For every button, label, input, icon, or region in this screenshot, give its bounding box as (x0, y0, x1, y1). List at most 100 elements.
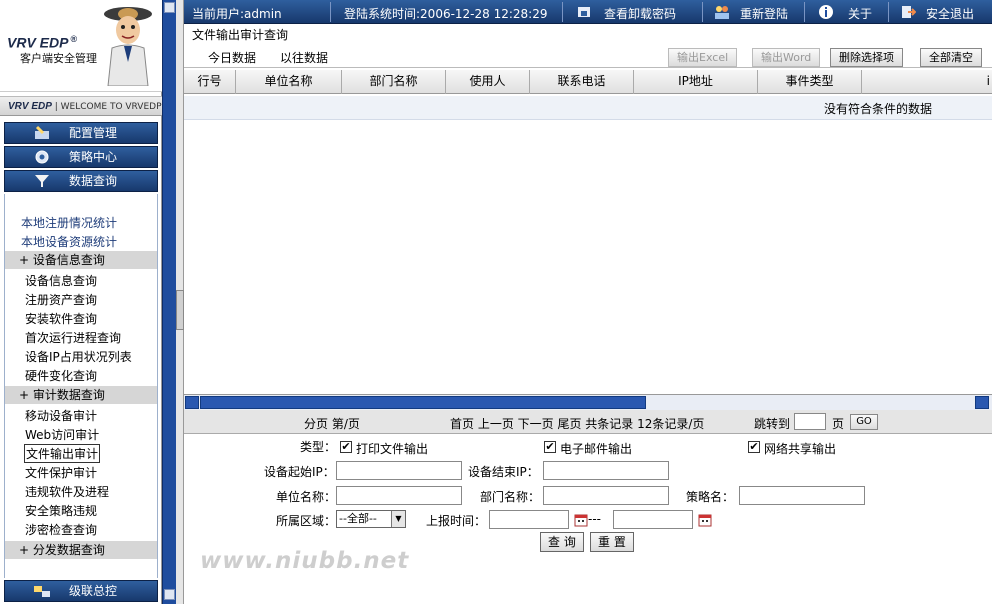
email-output-label: 电子邮件输出 (560, 442, 633, 456)
tab-history[interactable]: 以往数据 (280, 49, 328, 66)
item-first-run-process[interactable]: 首次运行进程查询 (25, 329, 121, 346)
menu-query[interactable]: 数据查询 (4, 170, 158, 192)
about-link[interactable]: 关于 (848, 5, 872, 22)
type-label: 类型： (300, 440, 337, 454)
export-word-button[interactable]: 输出Word (752, 48, 821, 67)
unit-name-input[interactable] (336, 486, 462, 505)
page-info: 分页 第/页 (304, 417, 360, 431)
print-output-label: 打印文件输出 (356, 442, 429, 456)
col-department-name[interactable]: 部门名称 (342, 70, 446, 94)
col-more[interactable]: i (862, 70, 992, 94)
sidebar-scrollbar[interactable] (162, 0, 176, 604)
calendar-icon[interactable] (574, 513, 588, 527)
top-bar: 当前用户:admin 登陆系统时间:2006-12-28 12:28:29 查看… (184, 0, 992, 24)
results-table: 行号 单位名称 部门名称 使用人 联系电话 IP地址 事件类型 i 没有符合条件… (184, 70, 992, 394)
end-ip-label: 设备结束IP： (468, 465, 539, 479)
scroll-down-arrow-icon[interactable] (164, 589, 175, 600)
logout-icon (902, 6, 916, 18)
start-ip-input[interactable] (336, 461, 462, 480)
item-illegal-software[interactable]: 违规软件及进程 (25, 483, 109, 500)
network-share-output-label: 网络共享输出 (764, 442, 837, 456)
horizontal-scrollbar[interactable] (184, 394, 992, 410)
divider (330, 2, 331, 22)
chevron-down-icon: ▼ (391, 511, 405, 527)
menu-config[interactable]: 配置管理 (4, 122, 158, 144)
login-time: 登陆系统时间:2006-12-28 12:28:29 (344, 7, 548, 21)
watermark: www.niubb.net (200, 548, 410, 574)
col-ip-address[interactable]: IP地址 (634, 70, 758, 94)
print-output-checkbox[interactable]: ✔ (340, 441, 352, 453)
item-installed-software[interactable]: 安装软件查询 (25, 310, 97, 327)
query-submenu: 本地注册情况统计 本地设备资源统计 + 设备信息查询 设备信息查询 注册资产查询… (4, 194, 158, 578)
item-security-policy-violation[interactable]: 安全策略违规 (25, 502, 97, 519)
divider (888, 2, 889, 22)
policy-name-input[interactable] (739, 486, 865, 505)
department-name-input[interactable] (543, 486, 669, 505)
col-user[interactable]: 使用人 (446, 70, 530, 94)
mascot-icon (104, 7, 152, 86)
start-ip-label: 设备起始IP： (264, 465, 335, 479)
scroll-up-arrow-icon[interactable] (164, 2, 175, 13)
scroll-thumb[interactable] (200, 396, 646, 409)
empty-message: 没有符合条件的数据 (824, 102, 933, 116)
logout-link[interactable]: 安全退出 (926, 5, 974, 22)
col-event-type[interactable]: 事件类型 (758, 70, 862, 94)
link-local-registration-stats[interactable]: 本地注册情况统计 (21, 214, 117, 231)
view-uninstall-password-link[interactable]: 查看卸载密码 (604, 5, 676, 22)
report-time-label: 上报时间： (426, 514, 487, 528)
group-distribution-data[interactable]: + 分发数据查询 (5, 541, 157, 559)
col-phone[interactable]: 联系电话 (530, 70, 634, 94)
brand-logo: VRV EDP ® (7, 34, 78, 51)
reset-button[interactable]: 重 置 (590, 532, 634, 552)
menu-cascade-control[interactable]: 级联总控 (4, 580, 158, 602)
time-separator: --- (588, 512, 601, 526)
group-audit-data[interactable]: + 审计数据查询 (5, 386, 157, 404)
group-device-info[interactable]: + 设备信息查询 (5, 251, 157, 269)
item-mobile-device-audit[interactable]: 移动设备审计 (25, 407, 97, 424)
delete-selected-button[interactable]: 删除选择项 (830, 48, 903, 67)
go-button[interactable]: GO (850, 414, 878, 430)
item-web-access-audit[interactable]: Web访问审计 (25, 426, 99, 443)
unit-name-label: 单位名称： (276, 490, 337, 504)
region-label: 所属区域： (276, 514, 337, 528)
users-icon (715, 6, 729, 19)
item-hardware-change[interactable]: 硬件变化查询 (25, 367, 97, 384)
item-file-output-audit[interactable]: 文件输出审计 (23, 444, 101, 463)
network-share-output-checkbox[interactable]: ✔ (748, 441, 760, 453)
calendar-icon[interactable] (698, 513, 712, 527)
splitter-collapse-handle[interactable] (176, 290, 184, 330)
welcome-banner: VRV EDP | WELCOME TO VRVEDP (0, 96, 162, 116)
wrench-icon (35, 125, 49, 139)
tab-today[interactable]: 今日数据 (208, 49, 256, 66)
report-time-start-input[interactable] (489, 510, 569, 529)
item-device-ip-usage[interactable]: 设备IP占用状况列表 (25, 348, 132, 365)
sidebar: VRV EDP ® 客户端安全管理 VRV EDP | WELCOME TO VR… (0, 0, 162, 604)
department-name-label: 部门名称： (480, 490, 541, 504)
menu-policy[interactable]: 策略中心 (4, 146, 158, 168)
scroll-left-arrow-icon[interactable] (185, 396, 199, 409)
item-device-info-query[interactable]: 设备信息查询 (25, 272, 97, 289)
end-ip-input[interactable] (543, 461, 669, 480)
goto-page-input[interactable] (794, 413, 826, 430)
clear-all-button[interactable]: 全部清空 (920, 48, 982, 67)
col-unit-name[interactable]: 单位名称 (236, 70, 342, 94)
item-secret-check[interactable]: 涉密检查查询 (25, 521, 97, 538)
gear-icon (35, 150, 49, 164)
divider (702, 2, 703, 22)
page-navigation[interactable]: 首页 上一页 下一页 尾页 共条记录 12条记录/页 (450, 415, 704, 432)
brand-subtitle: 客户端安全管理 (20, 52, 97, 65)
item-file-protection-audit[interactable]: 文件保护审计 (25, 464, 97, 481)
query-button[interactable]: 查 询 (540, 532, 584, 552)
item-registered-assets[interactable]: 注册资产查询 (25, 291, 97, 308)
logo-area: VRV EDP ® 客户端安全管理 (0, 0, 162, 92)
report-time-end-input[interactable] (613, 510, 693, 529)
policy-name-label: 策略名： (686, 490, 735, 504)
relogin-link[interactable]: 重新登陆 (740, 5, 788, 22)
email-output-checkbox[interactable]: ✔ (544, 441, 556, 453)
scroll-right-arrow-icon[interactable] (975, 396, 989, 409)
col-row-number[interactable]: 行号 (184, 70, 236, 94)
region-select[interactable]: --全部-- ▼ (336, 510, 406, 528)
page-title: 文件输出审计查询 (192, 28, 289, 42)
export-excel-button[interactable]: 输出Excel (668, 48, 738, 67)
link-local-device-resources[interactable]: 本地设备资源统计 (21, 233, 117, 250)
